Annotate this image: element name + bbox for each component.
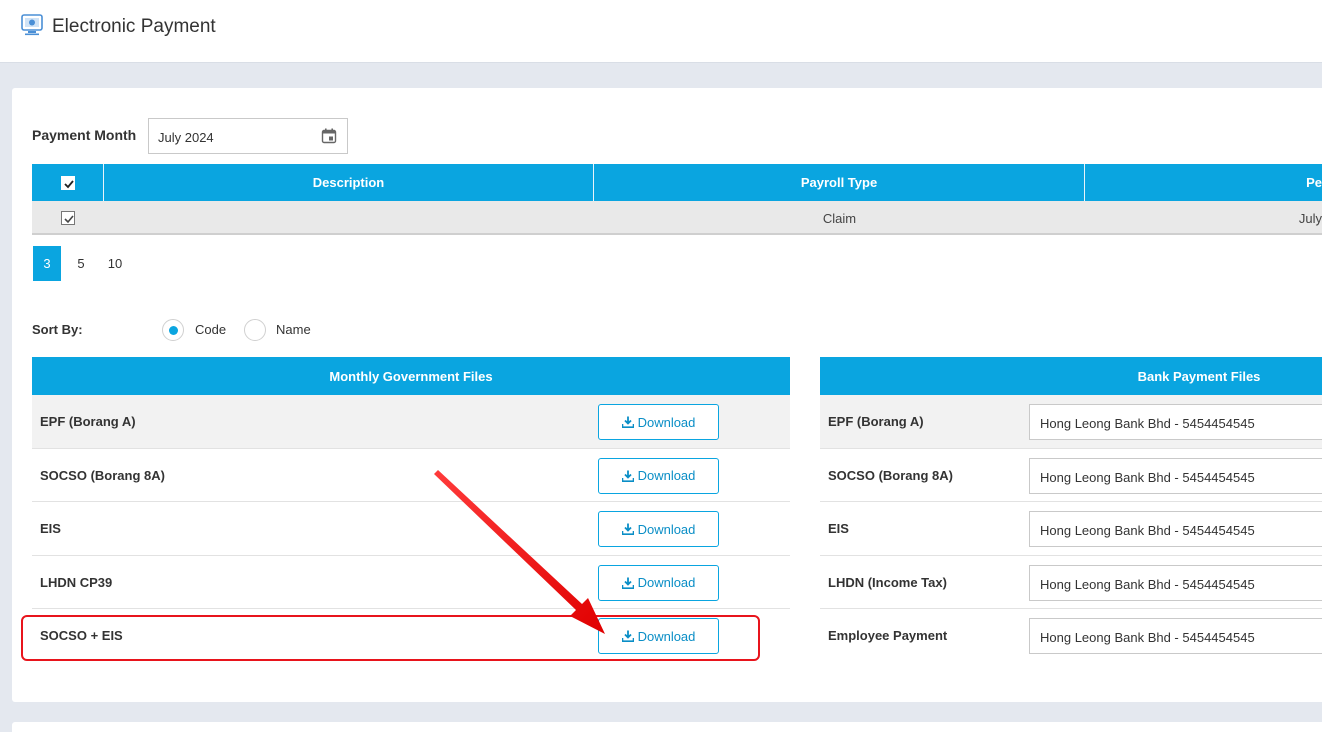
highlight-box xyxy=(21,615,760,661)
payment-month-value: July 2024 xyxy=(158,130,214,145)
page-size-3[interactable]: 3 xyxy=(33,246,61,281)
row-description xyxy=(104,201,594,235)
list-item: EPF (Borang A) Hong Leong Bank Bhd - 545… xyxy=(820,395,1322,449)
column-period[interactable]: Pe xyxy=(1085,164,1322,201)
sort-name-label[interactable]: Name xyxy=(276,322,311,337)
page-size-selector: 3 5 10 xyxy=(33,246,135,281)
sort-by-label: Sort By: xyxy=(32,322,83,337)
grid-header-select xyxy=(32,164,104,201)
bank-file-label: Employee Payment xyxy=(828,628,948,643)
bank-files-panel: Bank Payment Files EPF (Borang A) Hong L… xyxy=(820,357,1322,663)
list-item: LHDN CP39 Download xyxy=(32,555,790,609)
bank-file-label: EPF (Borang A) xyxy=(828,414,924,429)
row-payroll-type: Claim xyxy=(822,210,857,226)
download-icon xyxy=(621,470,634,482)
download-lhdn-cp39-button[interactable]: Download xyxy=(598,564,719,601)
bank-account-select[interactable]: Hong Leong Bank Bhd - 5454454545 xyxy=(1029,618,1322,654)
download-label: Download xyxy=(637,468,696,483)
bank-file-label: EIS xyxy=(828,521,849,536)
bank-account-value: Hong Leong Bank Bhd - 5454454545 xyxy=(1040,523,1255,538)
gov-file-label: SOCSO (Borang 8A) xyxy=(40,467,165,483)
row-period: July xyxy=(1298,210,1322,226)
government-files-title: Monthly Government Files xyxy=(32,357,790,395)
download-label: Download xyxy=(637,414,696,430)
column-description[interactable]: Description xyxy=(104,164,594,201)
sort-code-radio[interactable] xyxy=(162,319,184,341)
radio-selected-dot xyxy=(169,326,178,335)
row-checkbox[interactable] xyxy=(61,211,75,225)
download-socso-button[interactable]: Download xyxy=(598,457,719,494)
bank-account-select[interactable]: Hong Leong Bank Bhd - 5454454545 xyxy=(1029,564,1322,601)
list-item: EIS Download xyxy=(32,502,790,556)
list-item: LHDN (Income Tax) Hong Leong Bank Bhd - … xyxy=(820,555,1322,609)
page-title: Electronic Payment xyxy=(52,16,216,37)
payroll-grid: Description Payroll Type Pe Claim July xyxy=(32,164,1322,235)
table-row[interactable]: Claim July xyxy=(32,201,1322,235)
list-item: SOCSO (Borang 8A) Hong Leong Bank Bhd - … xyxy=(820,448,1322,502)
payment-monitor-icon xyxy=(21,14,43,36)
page-size-5[interactable]: 5 xyxy=(67,246,95,281)
bank-account-select[interactable]: Hong Leong Bank Bhd - 5454454545 xyxy=(1029,457,1322,494)
row-select xyxy=(32,201,104,235)
bank-account-select[interactable]: Hong Leong Bank Bhd - 5454454545 xyxy=(1029,404,1322,440)
gov-file-label: LHDN CP39 xyxy=(40,574,113,590)
list-item: Employee Payment Hong Leong Bank Bhd - 5… xyxy=(820,609,1322,663)
sort-code-label[interactable]: Code xyxy=(195,322,226,337)
bank-file-label: LHDN (Income Tax) xyxy=(828,574,947,590)
list-item: EPF (Borang A) Download xyxy=(32,395,790,449)
bank-account-select[interactable]: Hong Leong Bank Bhd - 5454454545 xyxy=(1029,511,1322,547)
download-icon xyxy=(621,577,634,589)
gov-file-label: EIS xyxy=(40,521,61,536)
column-payroll-type[interactable]: Payroll Type xyxy=(594,164,1085,201)
sort-name-radio[interactable] xyxy=(244,319,266,341)
calendar-icon[interactable] xyxy=(321,128,337,144)
bank-file-label: SOCSO (Borang 8A) xyxy=(828,467,953,483)
gov-file-label: EPF (Borang A) xyxy=(40,414,136,429)
download-label: Download xyxy=(637,521,696,537)
payment-month-picker[interactable]: July 2024 xyxy=(148,118,348,154)
download-epf-button[interactable]: Download xyxy=(598,404,719,440)
bank-files-title: Bank Payment Files xyxy=(820,357,1322,395)
list-item: EIS Hong Leong Bank Bhd - 5454454545 xyxy=(820,502,1322,556)
secondary-card xyxy=(12,722,1322,732)
download-icon xyxy=(621,416,634,428)
list-item: SOCSO (Borang 8A) Download xyxy=(32,448,790,502)
select-all-checkbox[interactable] xyxy=(60,175,75,190)
bank-account-value: Hong Leong Bank Bhd - 5454454545 xyxy=(1040,469,1255,485)
bank-account-value: Hong Leong Bank Bhd - 5454454545 xyxy=(1040,576,1255,592)
download-label: Download xyxy=(637,575,696,590)
page-size-10[interactable]: 10 xyxy=(101,246,129,281)
payment-month-label: Payment Month xyxy=(32,127,137,143)
bank-account-value: Hong Leong Bank Bhd - 5454454545 xyxy=(1040,416,1255,431)
download-icon xyxy=(621,523,634,535)
top-bar: Electronic Payment xyxy=(0,0,1322,63)
bank-account-value: Hong Leong Bank Bhd - 5454454545 xyxy=(1040,630,1255,645)
grid-header: Description Payroll Type Pe xyxy=(32,164,1322,201)
download-eis-button[interactable]: Download xyxy=(598,511,719,547)
